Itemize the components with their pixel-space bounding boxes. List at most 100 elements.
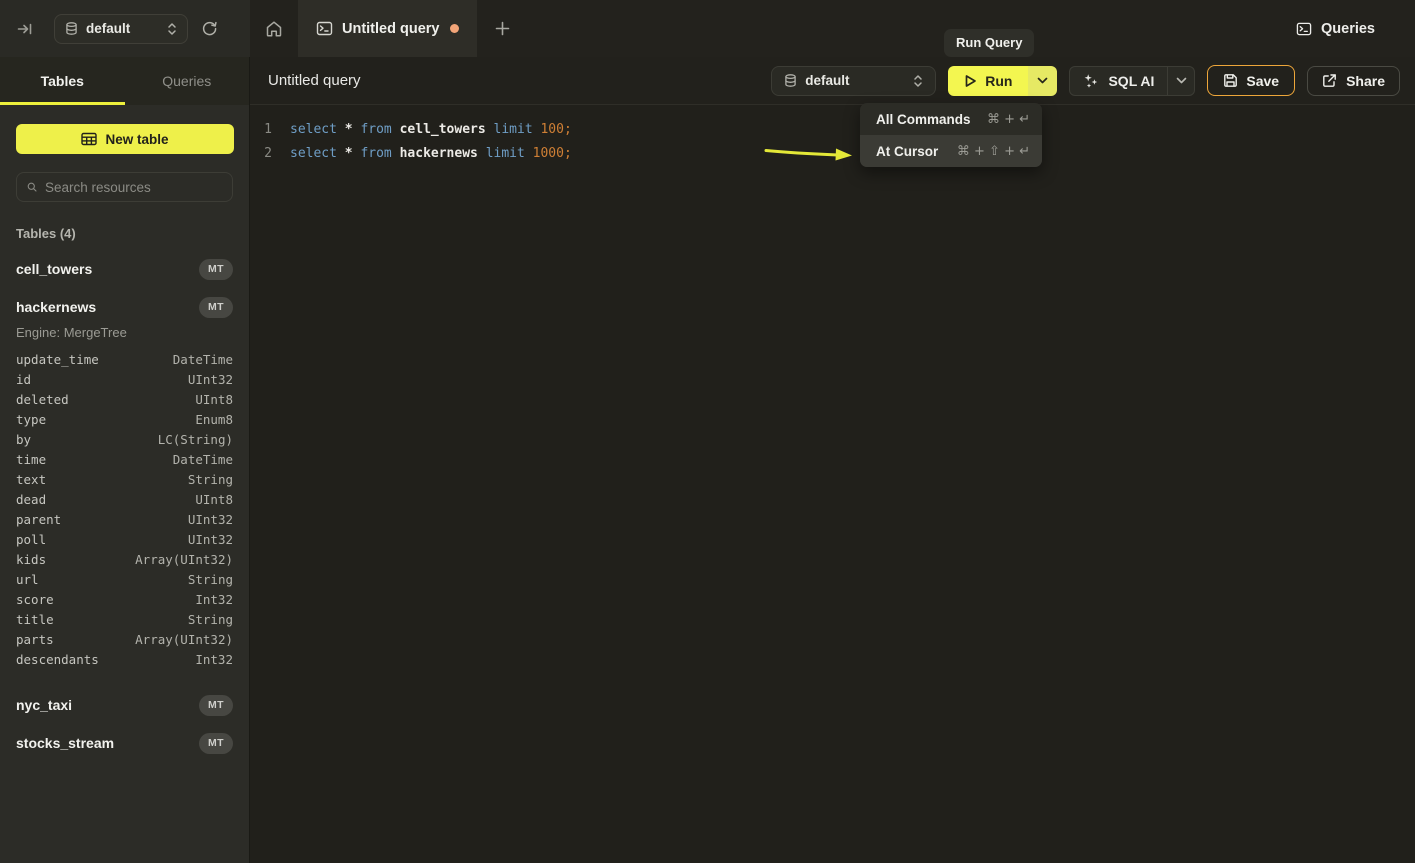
home-tab[interactable] — [250, 0, 298, 57]
run-query-tooltip: Run Query — [944, 29, 1034, 57]
play-icon — [964, 74, 977, 88]
table-name: stocks_stream — [16, 735, 114, 751]
sql-editor[interactable]: 1 select * from cell_towers limit 100; 2 se… — [250, 105, 1415, 863]
table-item-cell-towers[interactable]: cell_towers MT — [0, 253, 249, 285]
column-row[interactable]: text String — [0, 469, 249, 489]
column-row[interactable]: urlString — [0, 569, 249, 589]
menu-item-label: All Commands — [876, 112, 971, 127]
table-name: hackernews — [16, 299, 96, 315]
run-button[interactable]: Run — [948, 66, 1028, 96]
table-item-stocks-stream[interactable]: stocks_stream MT — [0, 727, 249, 759]
queries-button-label: Queries — [1321, 21, 1375, 37]
search-input[interactable] — [45, 180, 222, 195]
editor-header: Untitled query default Run — [250, 57, 1415, 105]
active-tab-underline — [0, 102, 125, 105]
column-row[interactable]: deleted UInt8 — [0, 389, 249, 409]
code-line[interactable]: 1 select * from cell_towers limit 100; — [250, 117, 1415, 141]
column-name: kids — [16, 552, 46, 567]
column-row[interactable]: titleString — [0, 609, 249, 629]
column-type: Array(UInt32) — [135, 632, 233, 647]
column-name: parent — [16, 512, 61, 527]
database-icon — [784, 74, 797, 88]
collapse-sidebar-icon[interactable] — [16, 20, 34, 38]
column-row[interactable]: idUInt32 — [0, 369, 249, 389]
new-table-label: New table — [105, 132, 168, 147]
sql-ai-button[interactable]: SQL AI — [1070, 67, 1167, 95]
engine-badge: MT — [199, 733, 233, 754]
column-name: deleted — [16, 392, 69, 407]
query-title: Untitled query — [268, 72, 361, 89]
column-type: Int32 — [195, 592, 233, 607]
table-item-nyc-taxi[interactable]: nyc_taxi MT — [0, 689, 249, 721]
sql-ai-label: SQL AI — [1108, 73, 1154, 89]
column-row[interactable]: typeEnum8 — [0, 409, 249, 429]
run-menu-item[interactable]: All Commands ⌘ + ↵ — [860, 103, 1042, 135]
header-database-selector[interactable]: default — [771, 66, 936, 96]
refresh-icon[interactable] — [201, 20, 218, 37]
menu-item-shortcut: ⌘ + ⇧ + ↵ — [957, 144, 1030, 159]
line-number: 2 — [250, 146, 272, 161]
new-table-button[interactable]: New table — [16, 124, 234, 154]
column-name: descendants — [16, 652, 99, 667]
sparkles-icon — [1083, 73, 1099, 89]
hackernews-columns: update_timeDateTimeidUInt32deletedUInt8t… — [0, 349, 249, 669]
top-bar: default Untitled query — [0, 0, 1415, 57]
column-name: update_time — [16, 352, 99, 367]
column-type: UInt8 — [195, 492, 233, 507]
column-type: UInt8 — [195, 392, 233, 407]
column-row[interactable]: descendants Int32 — [0, 649, 249, 669]
column-name: text — [16, 472, 46, 487]
column-name: parts — [16, 632, 54, 647]
column-row[interactable]: pollUInt32 — [0, 529, 249, 549]
query-tab[interactable]: Untitled query — [298, 0, 477, 57]
run-menu-item[interactable]: At Cursor⌘ + ⇧ + ↵ — [860, 135, 1042, 167]
save-button[interactable]: Save — [1207, 65, 1295, 96]
share-icon — [1322, 73, 1337, 88]
column-row[interactable]: update_timeDateTime — [0, 349, 249, 369]
column-type: String — [188, 472, 233, 487]
engine-info: Engine: MergeTree — [16, 325, 233, 340]
run-button-label: Run — [985, 73, 1012, 89]
plus-icon — [495, 21, 510, 36]
database-selector[interactable]: default — [54, 14, 188, 44]
chevron-down-icon — [1037, 77, 1048, 84]
share-button-label: Share — [1346, 73, 1385, 89]
sql-ai-options-chevron[interactable] — [1167, 67, 1194, 95]
column-row[interactable]: byLC(String) — [0, 429, 249, 449]
table-icon — [81, 132, 97, 146]
column-row[interactable]: scoreInt32 — [0, 589, 249, 609]
run-menu: All Commands ⌘ + ↵ At Cursor⌘ + ⇧ + ↵ — [860, 103, 1042, 167]
database-icon — [65, 22, 78, 36]
tables-section-label: Tables (4) — [16, 226, 233, 241]
search-box — [16, 172, 233, 202]
annotation-arrow — [762, 141, 858, 165]
column-row[interactable]: deadUInt8 — [0, 489, 249, 509]
terminal-icon — [316, 20, 333, 37]
column-row[interactable]: time DateTime — [0, 449, 249, 469]
queries-button[interactable]: Queries — [1296, 0, 1375, 57]
column-type: Int32 — [195, 652, 233, 667]
column-name: id — [16, 372, 31, 387]
column-name: type — [16, 412, 46, 427]
column-name: time — [16, 452, 46, 467]
column-row[interactable]: parentUInt32 — [0, 509, 249, 529]
line-number: 1 — [250, 122, 272, 137]
sidebar: Tables Queries New table Tables (4) cell… — [0, 57, 250, 863]
app-window: default Untitled query — [0, 0, 1415, 863]
run-options-chevron[interactable] — [1028, 66, 1057, 96]
code-text: select * from cell_towers limit 100; — [290, 122, 572, 137]
share-button[interactable]: Share — [1307, 66, 1400, 96]
table-name: cell_towers — [16, 261, 92, 277]
column-type: DateTime — [173, 452, 233, 467]
table-item-hackernews[interactable]: hackernews MT — [0, 291, 249, 323]
column-type: String — [188, 612, 233, 627]
menu-item-shortcut: ⌘ + ↵ — [987, 112, 1030, 127]
run-button-group: Run — [948, 66, 1057, 96]
new-tab-button[interactable] — [477, 0, 527, 57]
column-row[interactable]: parts Array(UInt32) — [0, 629, 249, 649]
sidebar-tab-queries[interactable]: Queries — [125, 57, 250, 105]
column-row[interactable]: kidsArray(UInt32) — [0, 549, 249, 569]
sidebar-tab-tables[interactable]: Tables — [0, 57, 125, 105]
header-database-value: default — [805, 73, 849, 88]
column-name: by — [16, 432, 31, 447]
